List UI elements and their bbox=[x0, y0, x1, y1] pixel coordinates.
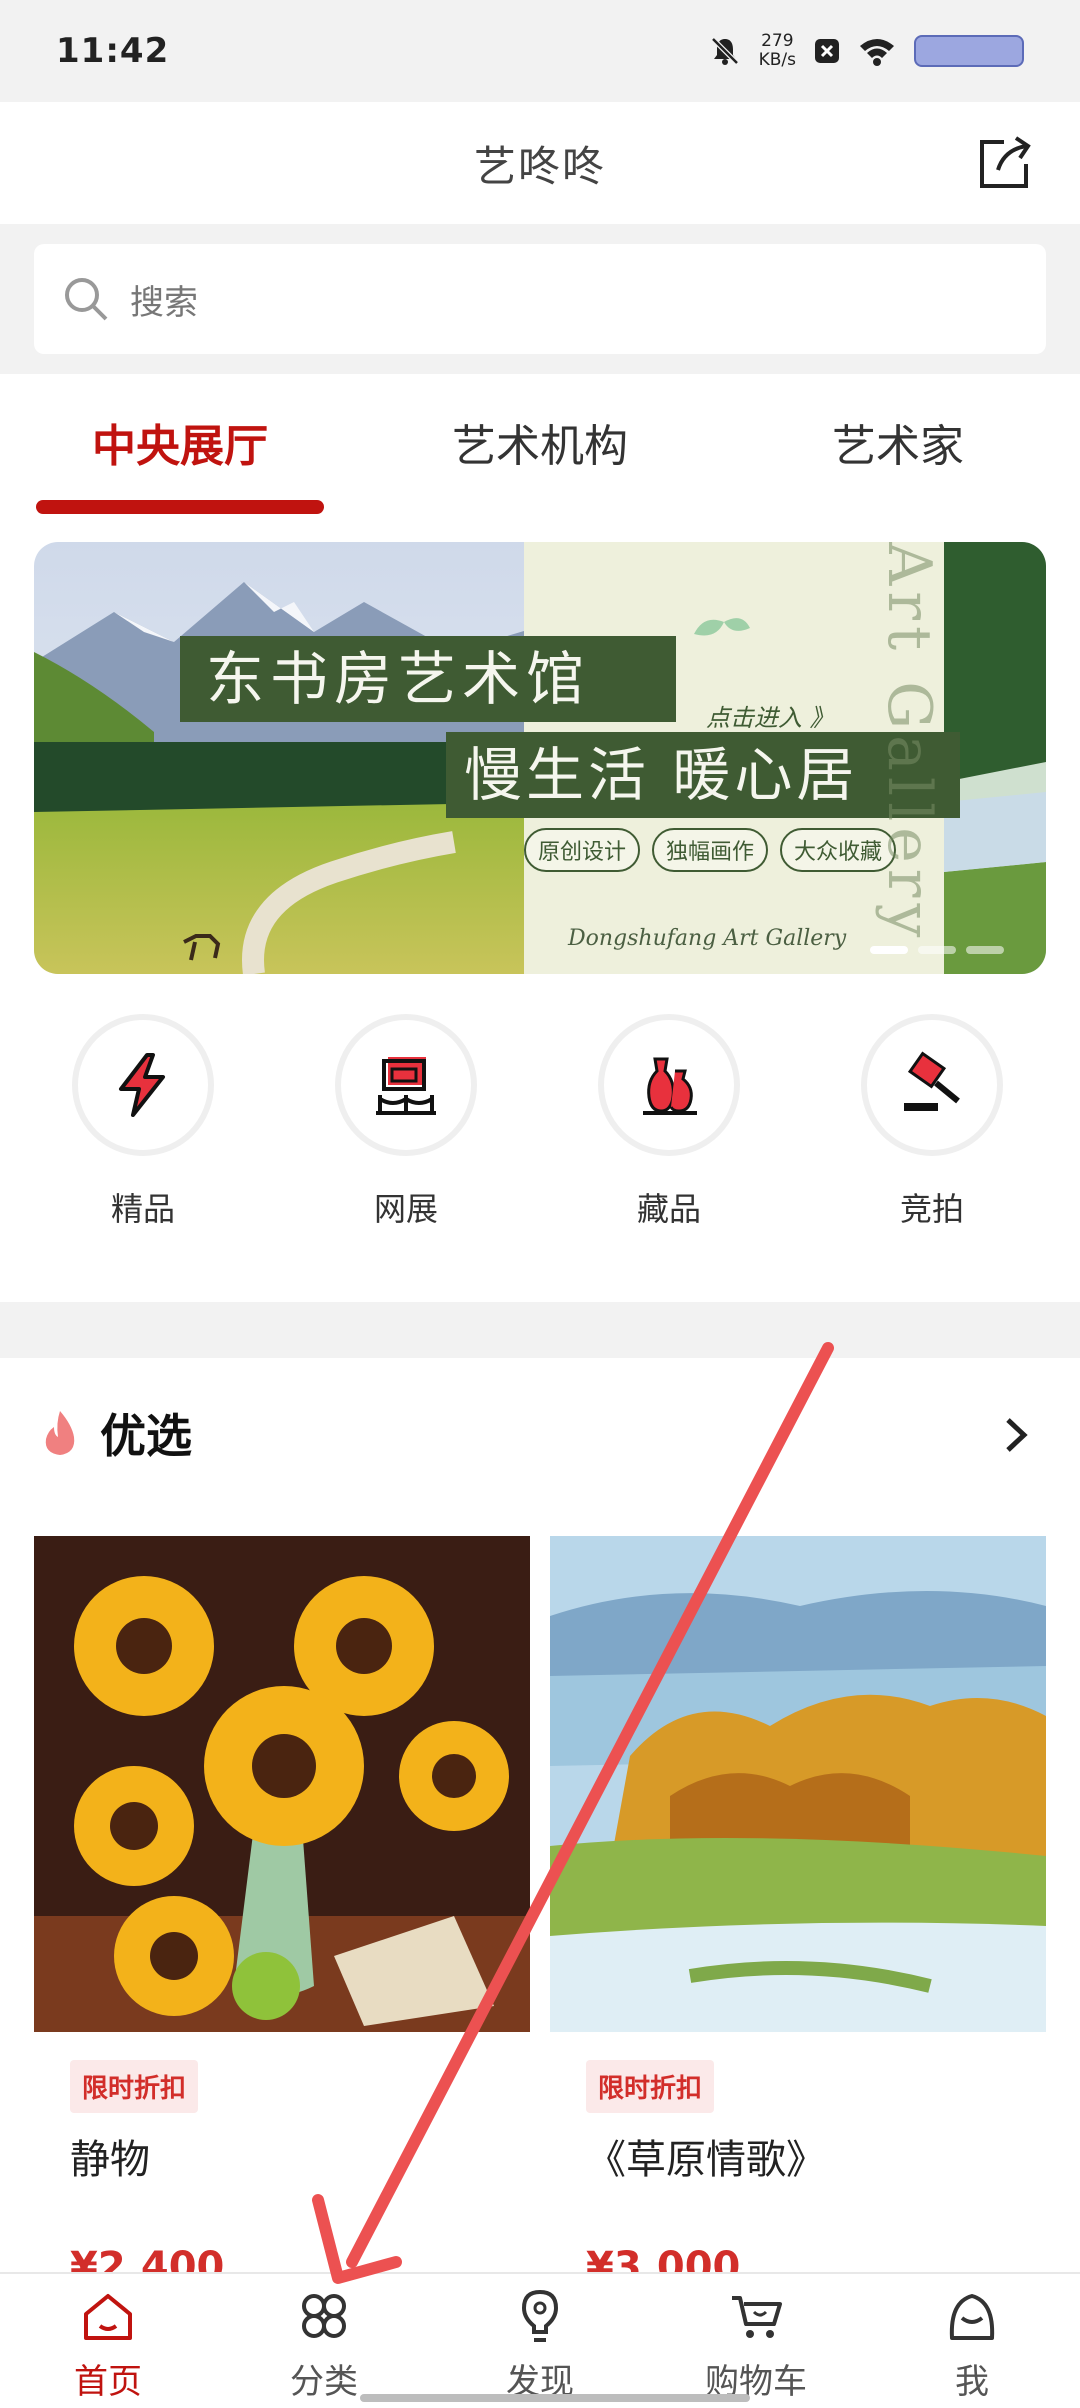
battery-icon bbox=[914, 35, 1024, 67]
vase-icon bbox=[643, 1057, 697, 1115]
app-header: 艺咚咚 bbox=[0, 102, 1080, 224]
banner-tag: 独幅画作 bbox=[652, 828, 769, 872]
network-speed: 279 KB/s bbox=[759, 32, 796, 70]
quick-entry-auction[interactable]: 竞拍 bbox=[857, 1014, 1007, 1230]
net-rate-unit: KB/s bbox=[758, 50, 796, 70]
search-icon bbox=[65, 278, 108, 321]
tab-art-institutions[interactable]: 艺术机构 bbox=[452, 410, 628, 474]
status-bar: 11:42 279 KB/s bbox=[0, 0, 1080, 102]
quick-entry-circle bbox=[335, 1014, 477, 1156]
share-icon[interactable] bbox=[974, 132, 1036, 194]
nav-label: 我 bbox=[955, 2362, 989, 2402]
banner-enter-link[interactable]: 点击进入 》 bbox=[706, 698, 834, 733]
nav-label: 首页 bbox=[74, 2362, 142, 2402]
bell-off-icon bbox=[710, 37, 739, 65]
tab-central-hall[interactable]: 中央展厅 bbox=[92, 410, 268, 474]
discount-badge: 限时折扣 bbox=[70, 2060, 199, 2113]
banner-dot[interactable] bbox=[966, 946, 1004, 954]
discover-icon bbox=[521, 2289, 559, 2342]
banner-gallery-english: Dongshufang Art Gallery bbox=[568, 926, 847, 951]
search-input[interactable]: 搜索 bbox=[34, 244, 1046, 354]
wifi-icon bbox=[860, 39, 894, 66]
tab-artists[interactable]: 艺术家 bbox=[832, 410, 964, 474]
nav-cart[interactable]: 购物车 bbox=[676, 2288, 836, 2403]
main-panel: 中央展厅 艺术机构 艺术家 东书房艺术馆 慢生活 暖心居 点击进入 》 原创设计… bbox=[0, 374, 1080, 1302]
tab-indicator bbox=[36, 500, 324, 514]
lightning-icon bbox=[119, 1053, 165, 1117]
sunflowers-painting bbox=[34, 1536, 530, 2032]
banner-vertical-text: Art Gallery bbox=[874, 542, 944, 944]
prairie-landscape-painting bbox=[550, 1536, 1046, 2032]
cart-icon bbox=[732, 2296, 782, 2338]
exhibition-icon bbox=[376, 1057, 436, 1115]
profile-icon bbox=[949, 2294, 995, 2340]
flame-icon bbox=[45, 1411, 75, 1455]
quick-entry-label: 网展 bbox=[373, 1190, 438, 1228]
x-box-icon bbox=[815, 39, 839, 63]
discount-badge: 限时折扣 bbox=[586, 2060, 715, 2113]
quick-entry-circle bbox=[72, 1014, 214, 1156]
product-card[interactable]: 限时折扣 《草原情歌》 ¥3,000 bbox=[550, 1536, 1046, 2290]
nav-discover[interactable]: 发现 bbox=[460, 2288, 620, 2403]
nav-profile[interactable]: 我 bbox=[892, 2288, 1052, 2403]
quick-entry-circle bbox=[861, 1014, 1003, 1156]
product-image[interactable] bbox=[550, 1536, 1046, 2032]
chevron-right-icon[interactable] bbox=[996, 1412, 1036, 1458]
banner-pagination bbox=[870, 946, 1004, 954]
featured-title: 优选 bbox=[100, 1409, 192, 1463]
home-icon bbox=[84, 2294, 132, 2340]
product-title[interactable]: 《草原情歌》 bbox=[586, 2127, 1046, 2185]
quick-entry-label: 竞拍 bbox=[899, 1190, 964, 1228]
category-icon bbox=[302, 2294, 346, 2338]
nav-category[interactable]: 分类 bbox=[244, 2288, 404, 2403]
quick-entry-collection[interactable]: 藏品 bbox=[594, 1014, 744, 1230]
gesture-bar[interactable] bbox=[360, 2394, 750, 2402]
banner-tag: 原创设计 bbox=[524, 828, 641, 872]
search-area: 搜索 bbox=[0, 224, 1080, 374]
status-time: 11:42 bbox=[56, 31, 170, 71]
bottom-nav: 首页 分类 发现 购物车 我 bbox=[0, 2272, 1080, 2408]
banner-dot[interactable] bbox=[918, 946, 956, 954]
app-screen: 11:42 279 KB/s 艺咚咚 搜索 中央展厅 艺术机构 艺术家 东书房艺… bbox=[0, 0, 1080, 2408]
banner-dot[interactable] bbox=[870, 946, 908, 954]
search-placeholder: 搜索 bbox=[130, 282, 198, 323]
quick-entry-label: 精品 bbox=[110, 1190, 175, 1228]
featured-header: 优选 bbox=[0, 1358, 1080, 1508]
nav-home[interactable]: 首页 bbox=[28, 2288, 188, 2403]
quick-entry-circle bbox=[598, 1014, 740, 1156]
quick-entry-online-exhibition[interactable]: 网展 bbox=[331, 1014, 481, 1230]
quick-entries: 精品 网展 藏品 竞拍 bbox=[0, 1014, 1080, 1254]
quick-entry-label: 藏品 bbox=[636, 1190, 701, 1228]
banner-tags: 原创设计 独幅画作 大众收藏 bbox=[524, 828, 897, 872]
quick-entry-boutique[interactable]: 精品 bbox=[68, 1014, 218, 1230]
status-icons: 279 KB/s bbox=[709, 32, 1024, 70]
banner-carousel[interactable]: 东书房艺术馆 慢生活 暖心居 点击进入 》 原创设计 独幅画作 大众收藏 Don… bbox=[34, 542, 1046, 974]
product-card[interactable]: 限时折扣 静物 ¥2,400 bbox=[34, 1536, 530, 2290]
product-title[interactable]: 静物 bbox=[70, 2127, 530, 2185]
tab-bar: 中央展厅 艺术机构 艺术家 bbox=[0, 374, 1080, 524]
product-image[interactable] bbox=[34, 1536, 530, 2032]
featured-section: 优选 限时折扣 静物 ¥2,400 限时折扣 《草原情歌》 ¥3,000 bbox=[0, 1358, 1080, 2290]
banner-gallery-name: 东书房艺术馆 bbox=[180, 636, 676, 722]
nav-label: 分类 bbox=[290, 2362, 358, 2402]
auction-hammer-icon bbox=[904, 1051, 960, 1111]
net-rate-value: 279 bbox=[761, 31, 794, 51]
page-title: 艺咚咚 bbox=[473, 141, 606, 191]
